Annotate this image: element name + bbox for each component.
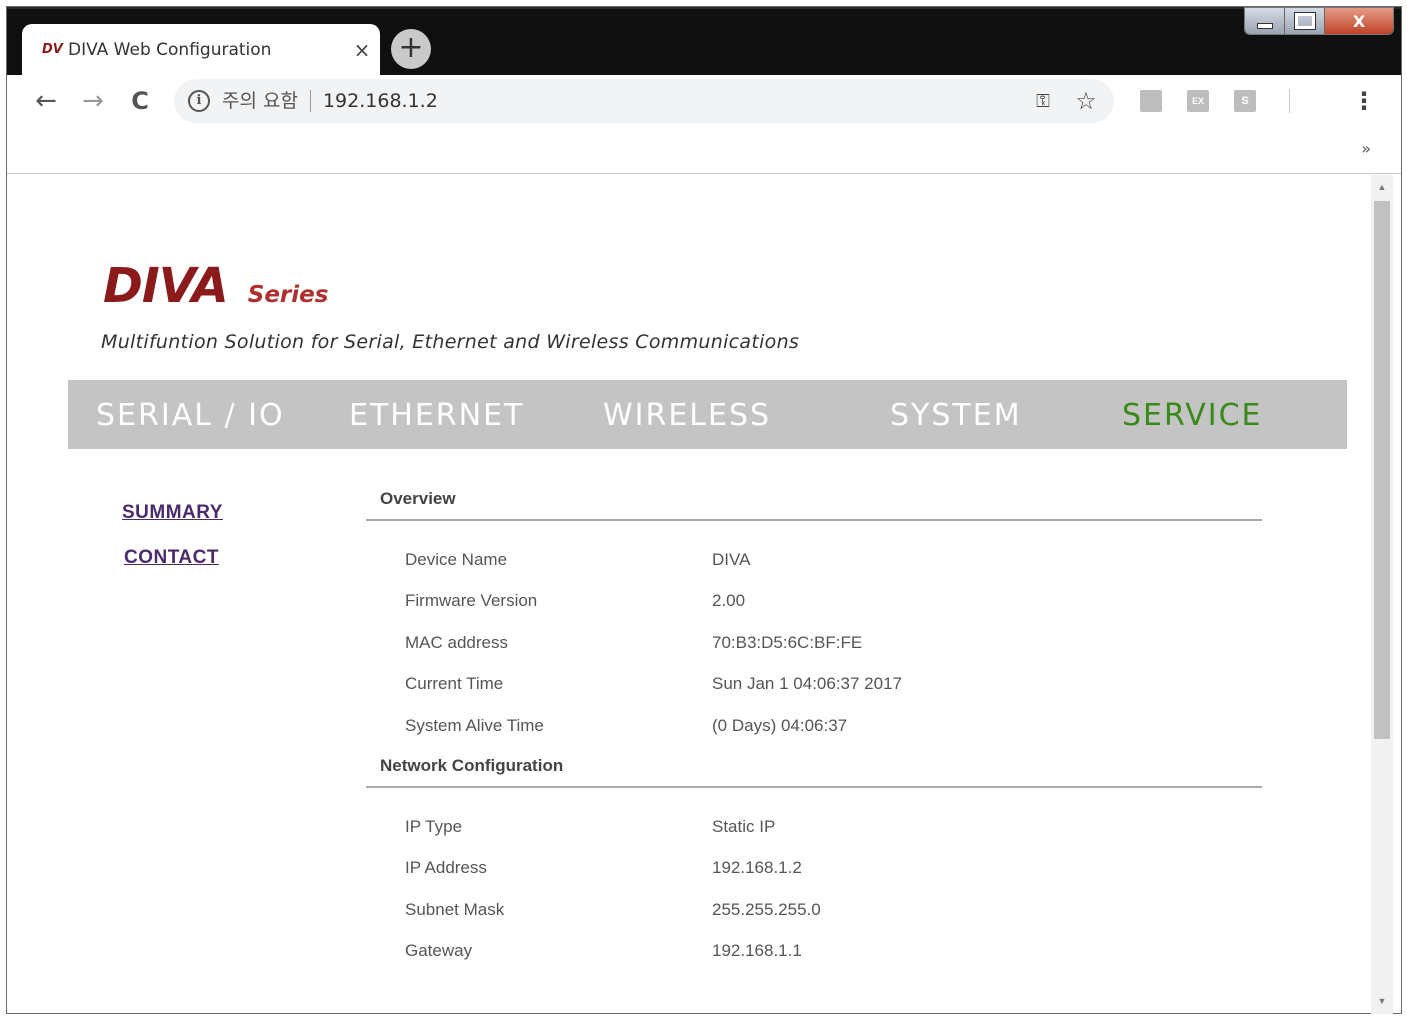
bookmarks-overflow-icon[interactable]: » [1361, 139, 1371, 158]
s-extension-icon[interactable]: S [1234, 90, 1256, 112]
nav-serial-io[interactable]: SERIAL / IO [96, 398, 285, 433]
browser-tab[interactable]: DV DIVA Web Configuration × [22, 24, 380, 75]
forward-button[interactable]: → [76, 85, 110, 119]
reload-button[interactable]: C [123, 85, 157, 119]
mac-address-value: 70:B3:D5:6C:BF:FE [712, 633, 863, 652]
bookmarks-bar: » [7, 129, 1401, 174]
nav-ethernet[interactable]: ETHERNET [349, 398, 524, 433]
star-icon[interactable]: ☆ [1058, 87, 1114, 115]
close-window-button[interactable]: X [1325, 8, 1393, 34]
new-tab-button[interactable]: + [391, 29, 431, 69]
menu-icon[interactable]: ⋮ [1352, 85, 1376, 119]
logo-sub: Series [247, 282, 329, 308]
scroll-up-arrow-icon[interactable]: ▲ [1371, 177, 1393, 197]
security-indicator[interactable]: 주의 요함 [222, 90, 311, 112]
current-time-value: Sun Jan 1 04:06:37 2017 [712, 674, 902, 693]
gateway-value: 192.168.1.1 [712, 941, 802, 960]
main-nav: SERIAL / IO ETHERNET WIRELESS SYSTEM SER… [68, 380, 1347, 449]
network-config-title: Network Configuration [380, 756, 564, 775]
pdf-extension-icon[interactable] [1140, 90, 1162, 112]
overview-title: Overview [380, 489, 456, 508]
tab-favicon: DV [42, 42, 63, 57]
overview-divider [366, 519, 1262, 521]
address-bar[interactable]: i 주의 요함 192.168.1.2 ⚿ ☆ [174, 79, 1114, 123]
sidebar-link-contact[interactable]: CONTACT [124, 547, 219, 569]
current-time-label: Current Time [405, 674, 504, 693]
window-controls: X [1244, 7, 1394, 35]
tagline: Multifuntion Solution for Serial, Ethern… [101, 331, 800, 353]
gateway-label: Gateway [405, 941, 473, 960]
nav-wireless[interactable]: WIRELESS [603, 398, 771, 433]
logo-main: DIVA [103, 258, 229, 314]
network-config-divider [366, 786, 1262, 788]
nav-system[interactable]: SYSTEM [890, 398, 1022, 433]
subnet-mask-value: 255.255.255.0 [712, 900, 821, 919]
tab-close-icon[interactable]: × [344, 38, 380, 62]
ip-address-value: 192.168.1.2 [712, 858, 802, 877]
firmware-version-value: 2.00 [712, 591, 746, 610]
toolbar-divider [1289, 89, 1290, 113]
system-alive-time-value: (0 Days) 04:06:37 [712, 716, 848, 735]
back-button[interactable]: ← [29, 85, 63, 119]
vertical-scrollbar[interactable]: ▲ ▼ [1371, 175, 1393, 1014]
url-text[interactable]: 192.168.1.2 [311, 90, 1028, 112]
maximize-button[interactable] [1285, 8, 1325, 34]
scroll-down-arrow-icon[interactable]: ▼ [1371, 991, 1393, 1011]
scroll-thumb[interactable] [1374, 201, 1390, 739]
info-icon[interactable]: i [188, 90, 210, 112]
ip-address-label: IP Address [405, 858, 487, 877]
ip-type-label: IP Type [405, 817, 463, 836]
browser-toolbar: ← → C i 주의 요함 192.168.1.2 ⚿ ☆ EX S ⋮ [7, 75, 1401, 129]
nav-service[interactable]: SERVICE [1122, 398, 1262, 433]
mac-address-label: MAC address [405, 633, 508, 652]
key-icon[interactable]: ⚿ [1028, 91, 1058, 112]
ex-extension-icon[interactable]: EX [1187, 90, 1209, 112]
ip-type-value: Static IP [712, 817, 776, 836]
subnet-mask-label: Subnet Mask [405, 900, 505, 919]
sidebar-link-summary[interactable]: SUMMARY [122, 502, 223, 524]
device-name-label: Device Name [405, 550, 508, 569]
system-alive-time-label: System Alive Time [405, 716, 544, 735]
firmware-version-label: Firmware Version [405, 591, 538, 610]
minimize-button[interactable] [1245, 8, 1285, 34]
tab-title: DIVA Web Configuration [68, 39, 272, 60]
diva-logo: DIVA Series [103, 258, 328, 314]
device-name-value: DIVA [712, 550, 751, 569]
